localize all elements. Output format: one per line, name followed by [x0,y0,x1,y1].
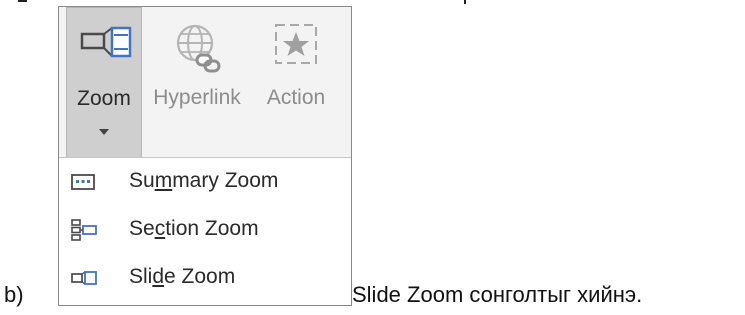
line-mark-right [464,0,466,4]
hyperlink-button[interactable]: Hyperlink [145,7,249,157]
section-zoom-icon [70,218,98,242]
slide-zoom-label: Slide Zoom [129,265,236,288]
line-mark-left [18,0,27,2]
zoom-dropdown-menu: Summary Zoom Section Zoom Slide Zoom [59,157,351,302]
zoom-icon [74,20,134,75]
summary-zoom-label: Summary Zoom [129,169,279,192]
list-marker: b) [4,282,24,307]
chevron-down-icon[interactable] [99,129,109,135]
action-label: Action [266,86,326,109]
slide-zoom-icon [70,266,98,290]
menu-item-slide-zoom[interactable]: Slide Zoom [59,256,351,302]
instruction-caption: Slide Zoom сонголтыг хийнэ. [352,282,643,307]
zoom-menu-screenshot: Zoom Hyperlink Action Summary Zoom Secti… [58,6,352,306]
menu-item-section-zoom[interactable]: Section Zoom [59,208,351,254]
menu-item-summary-zoom[interactable]: Summary Zoom [59,160,351,206]
ribbon-links-group: Zoom Hyperlink Action [59,7,351,157]
zoom-label: Zoom [77,87,131,110]
action-button[interactable]: Action [250,7,342,157]
action-icon [268,19,324,74]
zoom-button[interactable]: Zoom [66,7,142,157]
hyperlink-icon [169,19,225,82]
hyperlink-label: Hyperlink [153,86,241,109]
summary-zoom-icon [70,170,98,194]
section-zoom-label: Section Zoom [129,217,259,240]
